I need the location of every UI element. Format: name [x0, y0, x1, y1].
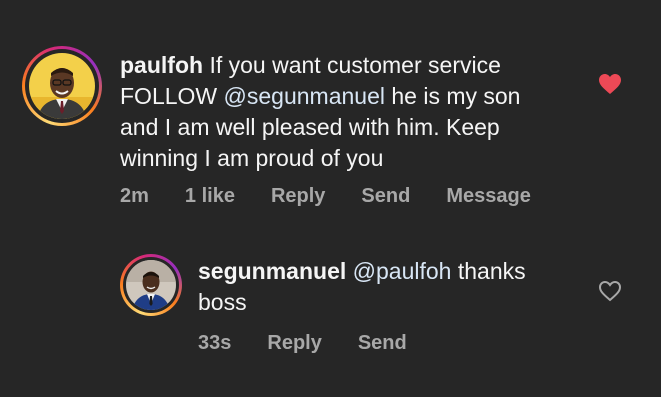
comment-body: segunmanuel @paulfoh thanks boss: [198, 256, 578, 318]
heart-filled-icon[interactable]: [598, 73, 622, 95]
avatar-ring-gap: [123, 257, 179, 313]
heart-outline-icon[interactable]: [598, 280, 622, 302]
comment-body: paulfoh If you want customer service FOL…: [120, 50, 560, 174]
comment-timestamp: 33s: [198, 332, 232, 354]
comment-mention[interactable]: @paulfoh: [353, 258, 452, 284]
comment-mention[interactable]: @segunmanuel: [224, 83, 385, 109]
comment-timestamp: 2m: [120, 185, 149, 207]
send-button[interactable]: Send: [361, 185, 410, 208]
comment-like-count[interactable]: 1 like: [185, 185, 235, 208]
avatar-story-ring[interactable]: [22, 46, 102, 126]
reply-button[interactable]: Reply: [267, 332, 321, 355]
avatar-story-ring[interactable]: [120, 254, 182, 316]
send-button[interactable]: Send: [358, 332, 407, 355]
message-button[interactable]: Message: [446, 185, 531, 208]
comment-username[interactable]: paulfoh: [120, 52, 203, 78]
comment-username[interactable]: segunmanuel: [198, 258, 346, 284]
comment-meta: 2m 1 like Reply Send Message: [120, 185, 567, 208]
avatar-ring-gap: [25, 49, 99, 123]
comment-meta: 33s Reply Send: [198, 332, 443, 355]
avatar-paulfoh: [29, 53, 95, 119]
reply-button[interactable]: Reply: [271, 185, 325, 208]
avatar-segunmanuel: [126, 260, 176, 310]
